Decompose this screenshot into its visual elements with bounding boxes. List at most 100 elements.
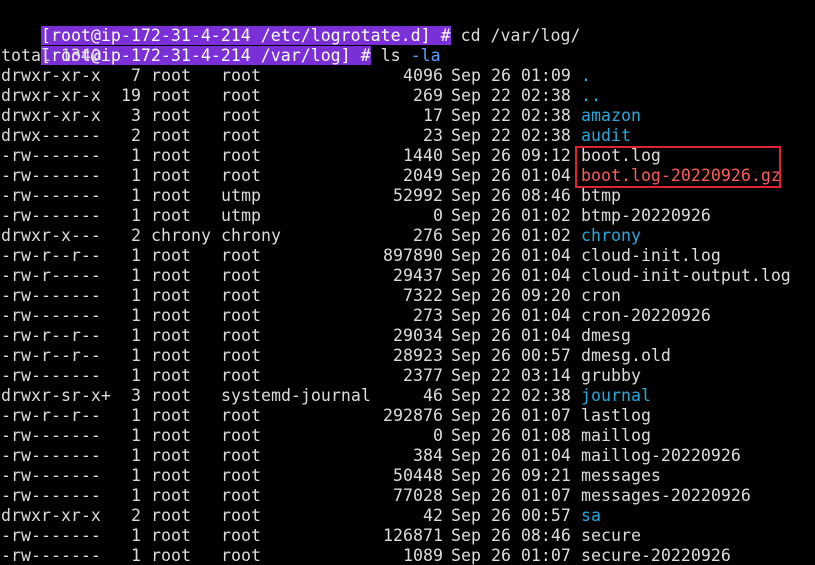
link-count: 2 <box>131 226 141 245</box>
file-name: boot.log-20220926.gz <box>581 166 781 185</box>
file-name: boot.log <box>581 146 661 165</box>
listing-row: drwxr-xr-x 3 root root 17 Sep 22 02:38 amazon <box>1 106 813 126</box>
modified-date: Sep 26 01:04 <box>451 306 571 325</box>
owner: root <box>151 546 191 565</box>
modified-date: Sep 26 00:57 <box>451 346 571 365</box>
permissions: drwxr-x--- <box>1 226 101 245</box>
file-size: 384 <box>413 446 443 465</box>
owner: root <box>151 506 191 525</box>
listing-row: -rw------- 1 root root 50448 Sep 26 09:21 mess… <box>1 466 813 486</box>
file-size: 52992 <box>393 186 443 205</box>
listing-row: -rw------- 1 root utmp 52992 Sep 26 08:46 btmp <box>1 186 813 206</box>
file-size: 4096 <box>403 66 443 85</box>
file-size: 17 <box>423 106 443 125</box>
link-count: 1 <box>131 346 141 365</box>
group: root <box>221 366 261 385</box>
permissions: -rw------- <box>1 286 101 305</box>
permissions: -rw-r--r-- <box>1 326 101 345</box>
file-name: btmp <box>581 186 621 205</box>
link-count: 19 <box>121 86 141 105</box>
prompt-line-2: [root@ip-172-31-4-214 /var/log] # ls -la <box>1 26 441 65</box>
group: root <box>221 126 261 145</box>
modified-date: Sep 26 01:02 <box>451 226 571 245</box>
owner: root <box>151 346 191 365</box>
file-size: 292876 <box>383 406 443 425</box>
file-size: 50448 <box>393 466 443 485</box>
file-size: 2377 <box>403 366 443 385</box>
listing-row: drwxr-x--- 2 chrony chrony 276 Sep 26 01:02 ch… <box>1 226 813 246</box>
file-name: dmesg <box>581 326 631 345</box>
link-count: 1 <box>131 546 141 565</box>
permissions: drwxr-xr-x <box>1 86 101 105</box>
file-size: 1440 <box>403 146 443 165</box>
listing-row: drwx------ 2 root root 23 Sep 22 02:38 audit <box>1 126 813 146</box>
listing-row: -rw-r--r-- 1 root root 29034 Sep 26 01:04 dmes… <box>1 326 813 346</box>
permissions: -rw------- <box>1 306 101 325</box>
owner: root <box>151 406 191 425</box>
listing-row: -rw-r--r-- 1 root root 897890 Sep 26 01:04 clo… <box>1 246 813 266</box>
terminal-window[interactable]: [root@ip-172-31-4-214 /etc/logrotate.d] … <box>0 0 815 565</box>
modified-date: Sep 22 02:38 <box>451 106 571 125</box>
link-count: 1 <box>131 186 141 205</box>
file-name: secure <box>581 526 641 545</box>
modified-date: Sep 22 03:14 <box>451 366 571 385</box>
owner: root <box>151 66 191 85</box>
group: root <box>221 466 261 485</box>
file-name: messages-20220926 <box>581 486 751 505</box>
owner: root <box>151 306 191 325</box>
listing-row: -rw------- 1 root root 1440 Sep 26 09:12 boot.… <box>1 146 813 166</box>
link-count: 7 <box>131 66 141 85</box>
modified-date: Sep 26 01:08 <box>451 426 571 445</box>
file-size: 46 <box>423 386 443 405</box>
link-count: 2 <box>131 126 141 145</box>
file-name: dmesg.old <box>581 346 671 365</box>
owner: root <box>151 446 191 465</box>
link-count: 1 <box>131 166 141 185</box>
file-name: cron <box>581 286 621 305</box>
file-name: sa <box>581 506 601 525</box>
file-name: cron-20220926 <box>581 306 711 325</box>
link-count: 1 <box>131 486 141 505</box>
modified-date: Sep 26 08:46 <box>451 526 571 545</box>
permissions: -rw-r--r-- <box>1 346 101 365</box>
modified-date: Sep 26 01:09 <box>451 66 571 85</box>
listing-row: -rw------- 1 root root 2049 Sep 26 01:04 boot.… <box>1 166 813 186</box>
link-count: 1 <box>131 426 141 445</box>
permissions: -rw-r----- <box>1 266 101 285</box>
permissions: -rw------- <box>1 466 101 485</box>
owner: chrony <box>151 226 211 245</box>
link-count: 1 <box>131 286 141 305</box>
modified-date: Sep 26 01:07 <box>451 486 571 505</box>
permissions: -rw------- <box>1 526 101 545</box>
file-size: 1089 <box>403 546 443 565</box>
group: root <box>221 346 261 365</box>
link-count: 1 <box>131 146 141 165</box>
link-count: 1 <box>131 266 141 285</box>
group: root <box>221 266 261 285</box>
file-name: journal <box>581 386 651 405</box>
file-name: audit <box>581 126 631 145</box>
file-name: messages <box>581 466 661 485</box>
group: root <box>221 546 261 565</box>
listing-row: -rw------- 1 root root 384 Sep 26 01:04 maillo… <box>1 446 813 466</box>
total-line: total 1340 <box>1 46 101 65</box>
group: root <box>221 66 261 85</box>
link-count: 1 <box>131 366 141 385</box>
file-size: 276 <box>413 226 443 245</box>
file-size: 0 <box>433 426 443 445</box>
file-size: 7322 <box>403 286 443 305</box>
modified-date: Sep 26 01:04 <box>451 446 571 465</box>
owner: root <box>151 126 191 145</box>
owner: root <box>151 86 191 105</box>
modified-date: Sep 26 09:21 <box>451 466 571 485</box>
group: root <box>221 106 261 125</box>
owner: root <box>151 386 191 405</box>
listing-row: -rw------- 1 root root 7322 Sep 26 09:20 cron <box>1 286 813 306</box>
owner: root <box>151 466 191 485</box>
owner: root <box>151 146 191 165</box>
permissions: -rw------- <box>1 366 101 385</box>
owner: root <box>151 526 191 545</box>
permissions: -rw------- <box>1 446 101 465</box>
file-size: 897890 <box>383 246 443 265</box>
modified-date: Sep 22 02:38 <box>451 86 571 105</box>
